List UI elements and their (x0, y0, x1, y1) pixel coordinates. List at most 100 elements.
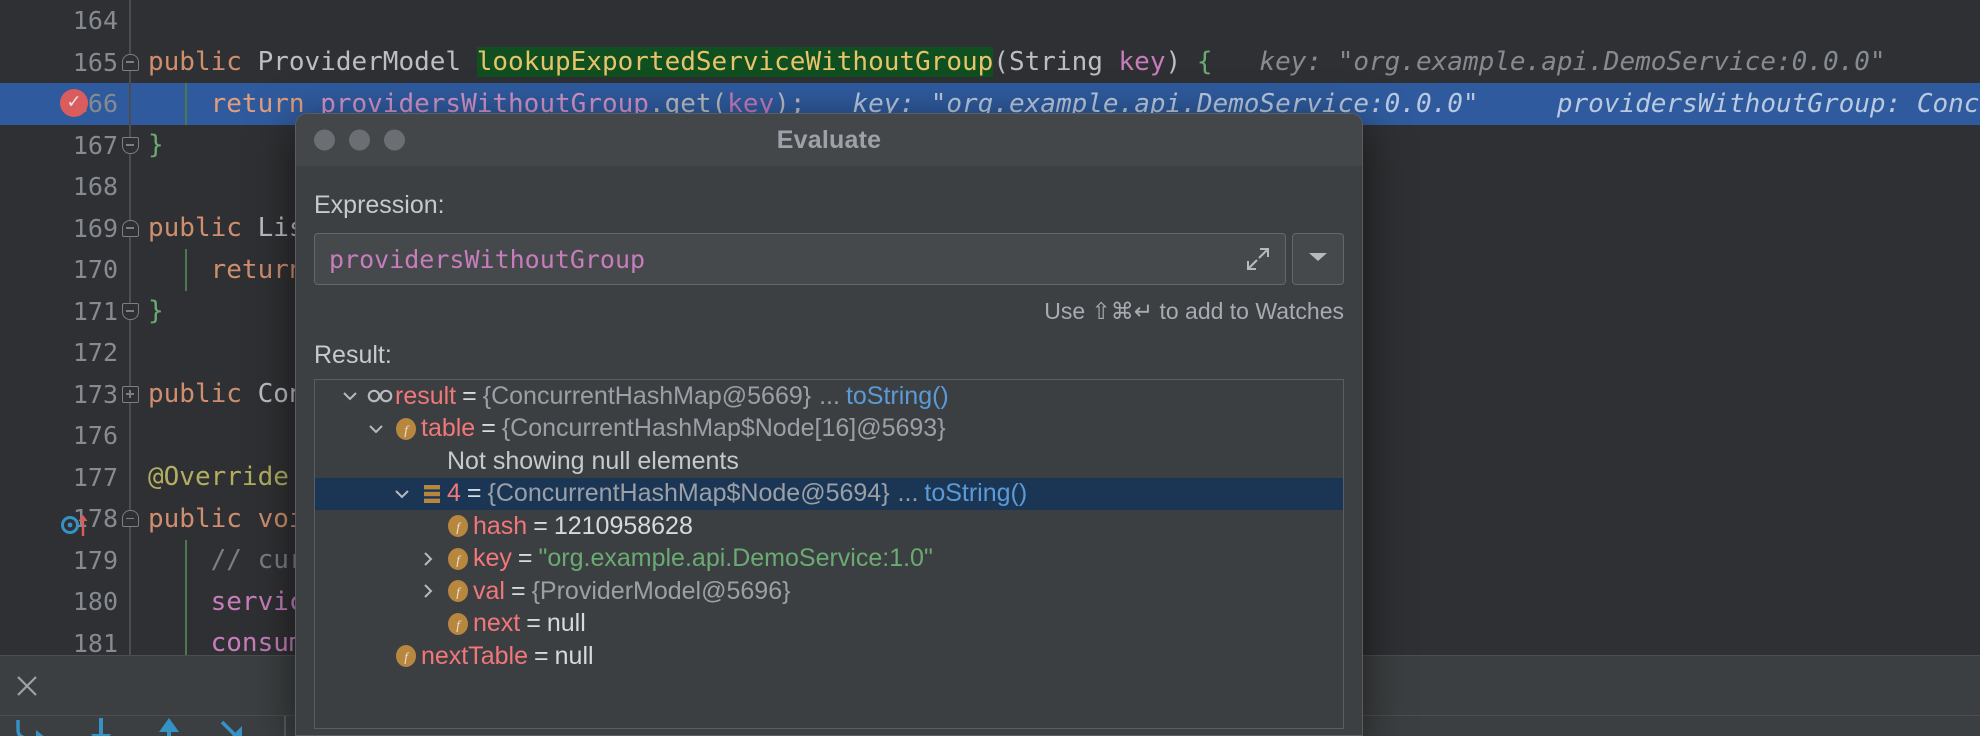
tree-node-value: {ConcurrentHashMap@5669} (482, 381, 812, 410)
fold-guide (129, 332, 131, 374)
code-line[interactable]: 165 public ProviderModel lookupExportedSe… (0, 41, 1980, 84)
breakpoint-icon[interactable] (60, 88, 90, 119)
tree-node-equals: = (466, 479, 482, 508)
tree-node-value: {ConcurrentHashMap$Node[16]@5693} (501, 414, 946, 443)
fold-guide (129, 581, 131, 623)
line-number: 170 (72, 255, 118, 285)
step-out-icon[interactable] (148, 716, 190, 736)
tree-node-name: nextTable (421, 641, 529, 670)
tree-node[interactable]: f key = "org.example.api.DemoService:1.0" (315, 543, 1343, 576)
result-tree[interactable]: result = {ConcurrentHashMap@5669}... toStri… (314, 379, 1344, 729)
tree-node-name: next (473, 609, 521, 638)
expression-row: providersWithoutGroup (314, 233, 1344, 285)
tree-node-name: table (421, 414, 476, 443)
tree-node-name: 4 (447, 479, 461, 508)
tree-node[interactable]: f val = {ProviderModel@5696} (315, 575, 1343, 608)
tree-node-equals: = (481, 414, 496, 443)
tree-node[interactable]: f nextTable = null (315, 640, 1343, 673)
code-token: public (148, 379, 258, 410)
chevron-down-icon[interactable] (387, 484, 417, 504)
expression-history-dropdown[interactable] (1292, 233, 1344, 285)
fold-box (121, 219, 139, 237)
fold-box (121, 53, 139, 71)
fold-box (121, 302, 139, 320)
tree-node[interactable]: f table = {ConcurrentHashMap$Node[16]@5693… (315, 413, 1343, 446)
expression-label: Expression: (314, 191, 445, 219)
fold-guide (129, 166, 131, 208)
line-number: 179 (72, 545, 118, 575)
code-token: ProviderModel (257, 47, 477, 78)
chevron-down-icon[interactable] (335, 386, 365, 406)
overriding-method-icon[interactable] (60, 510, 94, 540)
expression-input[interactable]: providersWithoutGroup (314, 233, 1286, 285)
step-over-icon[interactable] (12, 716, 54, 736)
code-token: { (1196, 47, 1213, 78)
tree-node-equals: = (526, 609, 541, 638)
screen-root: 164 165 public ProviderModel lookupExporte… (0, 0, 1980, 736)
tree-node-equals: = (510, 576, 526, 605)
dialog-body: Expression: providersWithoutGroup Use ⇧⌘… (296, 191, 1362, 729)
tree-node[interactable]: f next = null (315, 608, 1343, 641)
code-token: public (148, 47, 258, 78)
line-number: 180 (72, 587, 118, 617)
fold-toggle[interactable] (110, 498, 150, 540)
tree-node-name: val (473, 576, 505, 605)
fold-toggle[interactable] (110, 374, 150, 416)
evaluate-dialog[interactable]: Evaluate Expression: providersWithoutGro… (295, 113, 1363, 736)
chevron-down-icon[interactable] (361, 419, 391, 439)
tree-node-value: Not showing null elements (447, 446, 739, 475)
window-controls[interactable] (314, 129, 405, 151)
force-step-into-icon[interactable] (216, 716, 258, 736)
fold-guide (129, 456, 131, 498)
tree-node-ellipsis: ... (897, 479, 919, 508)
fold-guide (129, 0, 131, 42)
minimize-window-button[interactable] (349, 129, 370, 151)
fold-toggle[interactable] (110, 42, 150, 84)
expand-diagonal-icon[interactable] (1245, 246, 1271, 272)
code-token: return (148, 88, 321, 119)
fold-guide (129, 539, 131, 581)
line-number: 176 (72, 421, 118, 451)
tree-node-equals: = (533, 511, 548, 540)
fold-toggle[interactable] (110, 291, 150, 333)
code-token: @Override (148, 462, 289, 493)
tree-node-tostring-link[interactable]: toString() (918, 479, 1027, 508)
line-number: 177 (72, 462, 118, 492)
tree-node[interactable]: 4 = {ConcurrentHashMap$Node@5694}... toStri… (315, 477, 1343, 510)
code-token: lookupExportedServiceWithoutGroup (476, 47, 994, 78)
fold-guide (129, 415, 131, 457)
toolbar-separator (284, 716, 286, 736)
result-label: Result: (314, 341, 392, 369)
tree-node-value: null (546, 609, 586, 638)
close-window-button[interactable] (314, 129, 335, 151)
tree-node-equals: = (534, 641, 549, 670)
step-into-icon[interactable] (80, 716, 122, 736)
close-icon[interactable] (10, 669, 44, 703)
code-line[interactable]: 164 (0, 0, 1980, 42)
glasses-icon (365, 386, 395, 406)
code-token: key: "org.example.api.DemoService:0.0.0" (1212, 47, 1886, 78)
chevron-right-icon[interactable] (413, 549, 443, 569)
code-token: ) (1165, 47, 1197, 78)
array-icon (417, 482, 447, 506)
field-icon: f (391, 416, 421, 442)
code-token: ( (993, 47, 1009, 78)
code-text: } (148, 291, 164, 333)
tree-node[interactable]: Not showing null elements (315, 445, 1343, 478)
code-text: @Override (148, 457, 289, 499)
tree-node-tostring-link[interactable]: toString() (840, 382, 949, 411)
fold-toggle[interactable] (110, 208, 150, 250)
zoom-window-button[interactable] (384, 129, 405, 151)
field-icon: f (443, 578, 473, 604)
chevron-right-icon[interactable] (413, 581, 443, 601)
tree-node-name: result (395, 381, 457, 410)
tree-node-value: {ConcurrentHashMap$Node@5694} (487, 479, 890, 508)
code-text: } (148, 125, 164, 167)
tree-node[interactable]: result = {ConcurrentHashMap@5669}... toStri… (315, 380, 1343, 413)
tree-node[interactable]: f hash = 1210958628 (315, 510, 1343, 543)
code-token: } (148, 296, 164, 327)
fold-toggle[interactable] (110, 125, 150, 167)
dialog-titlebar[interactable]: Evaluate (296, 114, 1362, 166)
tree-node-value: 1210958628 (553, 511, 693, 540)
fold-guide (129, 249, 131, 291)
